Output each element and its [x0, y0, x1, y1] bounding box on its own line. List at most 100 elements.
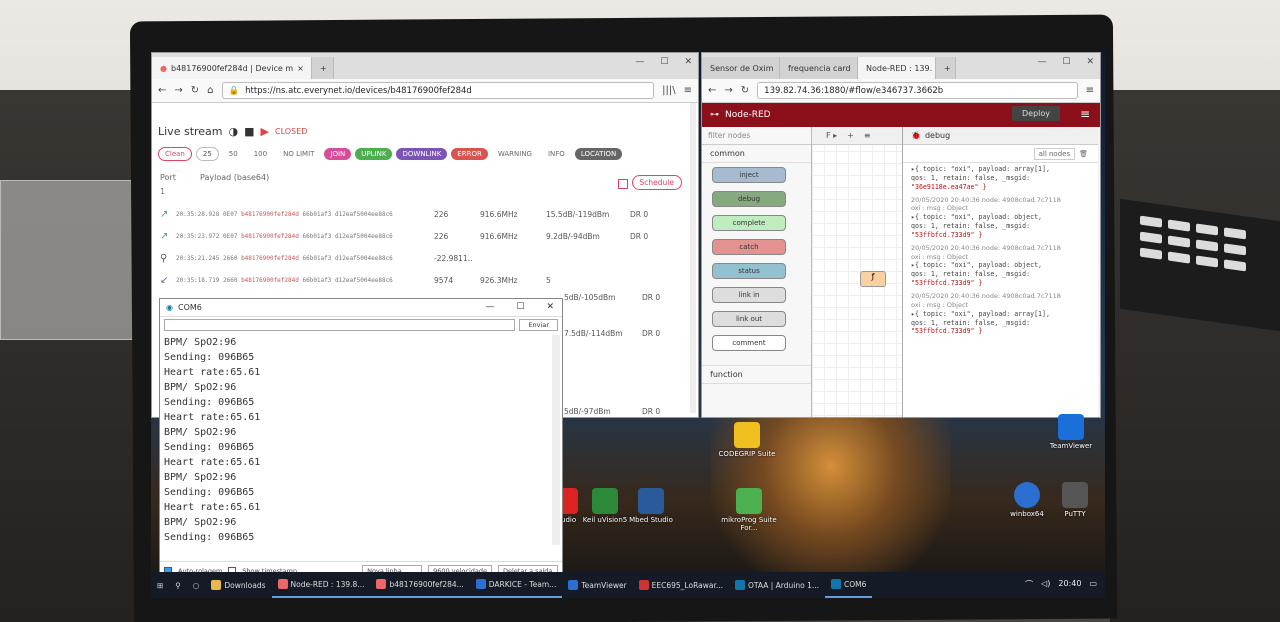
url-bar[interactable]: 🔒 https://ns.atc.everynet.io/devices/b48… — [221, 82, 655, 99]
filter-all-nodes[interactable]: all nodes — [1033, 147, 1076, 160]
node-complete[interactable]: complete — [712, 215, 786, 231]
list-item[interactable]: ↙ 20:35:18.719 2660 b48176900fef284d 66b… — [160, 269, 680, 291]
menu-icon[interactable]: ≡ — [684, 85, 692, 96]
icon-label: CODEGRIP Suite — [718, 450, 776, 458]
chip-no-limit[interactable]: NO LIMIT — [277, 148, 320, 160]
close-window-icon[interactable]: ✕ — [1086, 57, 1094, 67]
back-icon[interactable]: ← — [708, 85, 716, 96]
close-window-icon[interactable]: ✕ — [684, 57, 692, 67]
maximize-icon[interactable]: ☐ — [516, 302, 524, 312]
node-link-out[interactable]: link out — [712, 311, 786, 327]
close-window-icon[interactable]: ✕ — [546, 302, 554, 312]
play-icon[interactable]: ▶ — [261, 125, 269, 138]
function-node[interactable]: ƒ — [860, 271, 886, 287]
chip-info[interactable]: INFO — [542, 148, 571, 160]
desktop-icon-mikroprog[interactable]: mikroProg Suite For... — [719, 488, 779, 532]
taskbar-arduino[interactable]: OTAA | Arduino 1... — [729, 572, 825, 598]
back-icon[interactable]: ← — [158, 85, 166, 96]
reload-icon[interactable]: ↻ — [741, 85, 749, 96]
taskview-button[interactable]: ○ — [187, 572, 206, 598]
debug-message[interactable]: ▸{ topic: "oxi", payload: array[1], qos:… — [903, 163, 1098, 194]
serial-input[interactable] — [164, 319, 516, 331]
chip-100[interactable]: 100 — [248, 148, 273, 160]
list-icon[interactable]: ≡ — [864, 131, 871, 140]
new-tab-button[interactable]: + — [312, 57, 334, 79]
debug-message[interactable]: 20/05/2020 20:40:36 node: 4908c0ad.7c711… — [903, 290, 1098, 338]
clock[interactable]: 20:40 — [1058, 579, 1081, 590]
desktop-icon-codegrip[interactable]: CODEGRIP Suite — [717, 422, 777, 458]
stop-icon[interactable]: ■ — [244, 125, 254, 138]
minimize-icon[interactable]: — — [1037, 57, 1046, 67]
maximize-icon[interactable]: ☐ — [1062, 57, 1070, 67]
reload-icon[interactable]: ↻ — [191, 85, 199, 96]
minimize-icon[interactable]: — — [485, 302, 494, 312]
home-icon[interactable]: ⌂ — [207, 85, 213, 96]
new-tab-button[interactable]: + — [936, 57, 956, 79]
port-input[interactable]: 1 — [160, 187, 165, 196]
taskbar-nodered[interactable]: Node-RED : 139.8... — [271, 572, 371, 598]
node-inject[interactable]: inject — [712, 167, 786, 183]
chip-error[interactable]: ERROR — [451, 148, 488, 160]
minimize-icon[interactable]: — — [635, 57, 644, 67]
filter-nodes-input[interactable]: filter nodes — [702, 127, 811, 145]
start-button[interactable]: ⊞ — [151, 572, 169, 598]
flow-workspace[interactable]: F ▸ + ≡ ƒ — [812, 127, 902, 417]
trash-icon[interactable]: 🗑 — [1079, 150, 1088, 158]
wifi-icon[interactable]: ⌒ — [1025, 579, 1033, 590]
category-function[interactable]: function — [702, 365, 811, 384]
library-icon[interactable]: |||\ — [662, 85, 675, 96]
desktop-icon-putty[interactable]: PuTTY — [1045, 482, 1105, 518]
node-comment[interactable]: comment — [712, 335, 786, 351]
schedule-button[interactable]: Schedule — [631, 175, 682, 190]
url-bar[interactable]: 139.82.74.36:1880/#flow/e346737.3662b — [757, 82, 1078, 99]
tab-device[interactable]: ● b48176900fef284d | Device m × — [152, 57, 312, 79]
history-icon[interactable]: ◑ — [229, 125, 239, 138]
list-item[interactable]: ⚲ 20:35:21.245 2660 b48176900fef284d 66b… — [160, 247, 680, 269]
node-debug[interactable]: debug — [712, 191, 786, 207]
forward-icon[interactable]: → — [174, 85, 182, 96]
maximize-icon[interactable]: ☐ — [660, 57, 668, 67]
taskbar-com6[interactable]: COM6 — [825, 572, 873, 598]
chip-clean[interactable]: Clean — [158, 147, 192, 161]
desktop-icon-teamviewer[interactable]: TeamViewer — [1041, 414, 1101, 450]
chip-25[interactable]: 25 — [195, 147, 219, 161]
chip-location[interactable]: LOCATION — [574, 148, 623, 160]
category-common[interactable]: common — [702, 145, 811, 163]
taskbar-teamviewer[interactable]: TeamViewer — [562, 572, 632, 598]
menu-icon[interactable]: ≡ — [1086, 85, 1094, 96]
desktop-icon-mbed[interactable]: Mbed Studio — [621, 488, 681, 524]
chip-warning[interactable]: WARNING — [492, 148, 538, 160]
list-item[interactable]: ↗ 20:35:23.972 0E07 b48176900fef284d 66b… — [160, 225, 680, 247]
taskbar-everynet[interactable]: b48176900fef284... — [370, 572, 470, 598]
send-button[interactable]: Enviar — [519, 319, 558, 331]
hamburger-icon[interactable]: ≡ — [1080, 107, 1090, 121]
serial-scrollbar[interactable] — [552, 335, 560, 545]
chip-uplink[interactable]: UPLINK — [355, 148, 393, 160]
chip-downlink[interactable]: DOWNLINK — [396, 148, 448, 160]
node-catch[interactable]: catch — [712, 239, 786, 255]
deploy-button[interactable]: Deploy — [1011, 106, 1060, 121]
volume-icon[interactable]: ◁) — [1041, 579, 1050, 590]
chip-join[interactable]: JOIN — [324, 148, 352, 160]
debug-message[interactable]: 20/05/2020 20:40:36 node: 4908c0ad.7c711… — [903, 242, 1098, 290]
tab-frequencia[interactable]: frequencia card — [780, 57, 858, 79]
list-item[interactable]: ↗ 20:35:28.928 0E07 b48176900fef284d 66b… — [160, 203, 680, 225]
taskbar-eec695[interactable]: EEC695_LoRawar... — [633, 572, 729, 598]
search-button[interactable]: ⚲ — [169, 572, 187, 598]
page-scrollbar[interactable] — [690, 103, 696, 413]
taskbar-darkice[interactable]: DARKICE - Team... — [469, 572, 563, 598]
notification-icon[interactable]: ▭ — [1089, 579, 1097, 590]
forward-icon[interactable]: → — [724, 85, 732, 96]
debug-message[interactable]: 20/05/2020 20:40:36 node: 4908c0ad.7c711… — [903, 194, 1098, 242]
schedule-checkbox[interactable] — [618, 179, 628, 189]
debug-tab[interactable]: 🐞 debug — [903, 127, 1098, 145]
chip-50[interactable]: 50 — [223, 148, 244, 160]
node-link-in[interactable]: link in — [712, 287, 786, 303]
taskbar-downloads[interactable]: Downloads — [205, 572, 271, 598]
flow-tab[interactable]: F ▸ — [826, 131, 837, 140]
tab-nodered[interactable]: Node-RED : 139. — [858, 57, 936, 79]
close-icon[interactable]: × — [297, 64, 304, 73]
node-status[interactable]: status — [712, 263, 786, 279]
add-flow-icon[interactable]: + — [847, 131, 854, 140]
tab-sensor[interactable]: Sensor de Oxim — [702, 57, 780, 79]
